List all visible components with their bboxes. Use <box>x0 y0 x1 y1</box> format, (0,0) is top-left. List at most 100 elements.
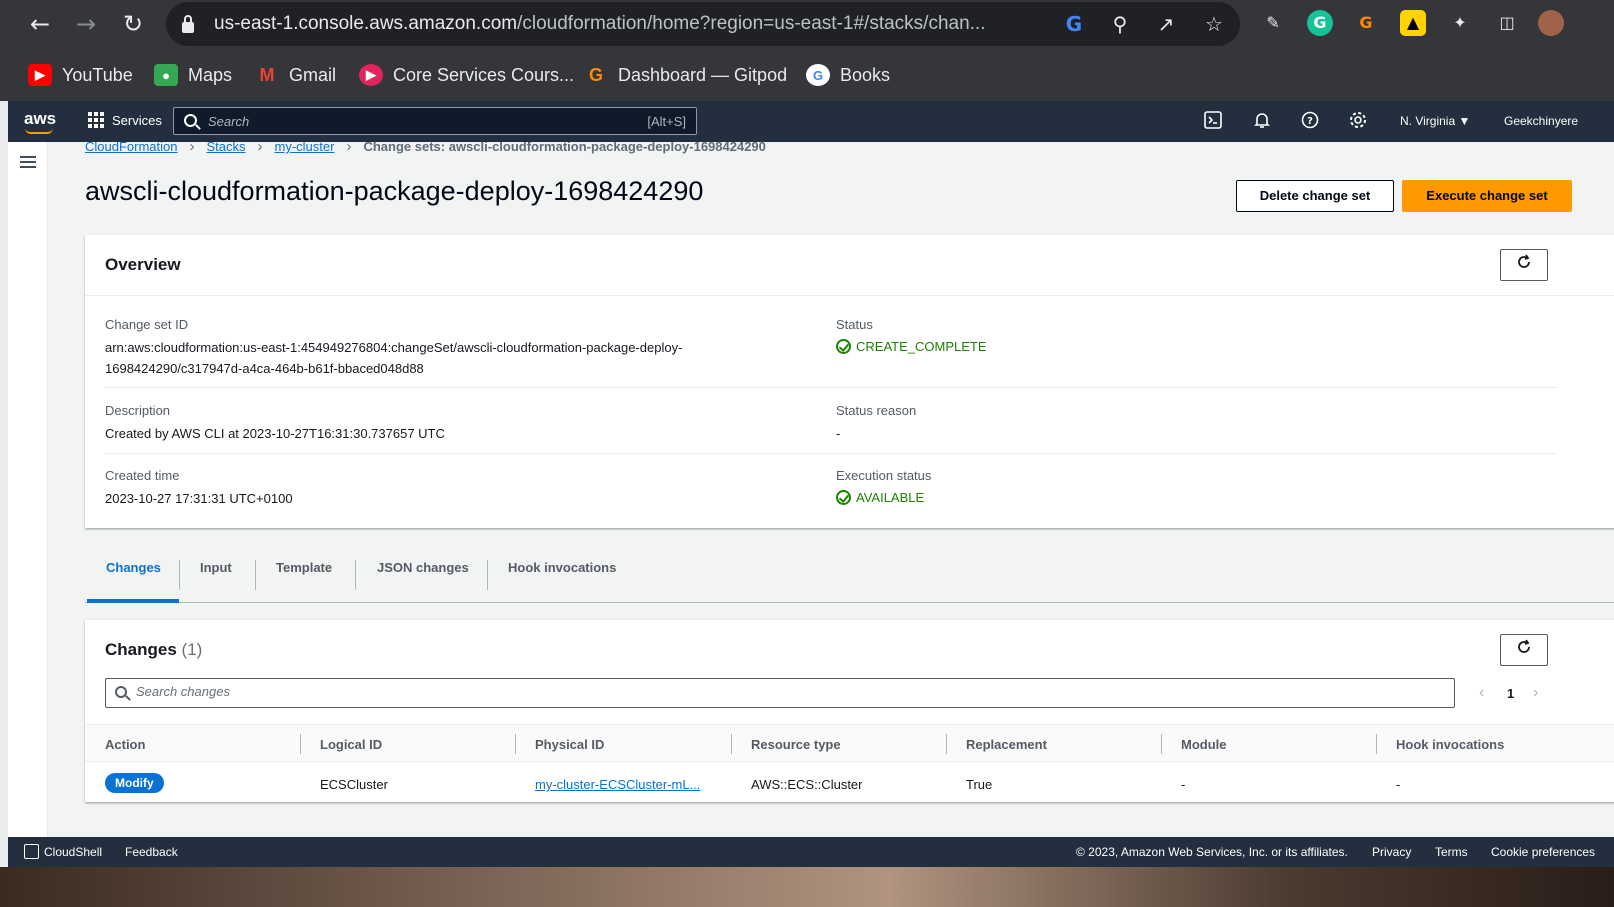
check-circle-icon <box>836 339 851 354</box>
bookmark-gitpod[interactable]: G Dashboard — Gitpod <box>584 62 787 88</box>
changes-count: (1) <box>181 640 203 659</box>
extensions-icon[interactable]: ✦ <box>1447 10 1473 36</box>
profile-avatar[interactable] <box>1538 10 1564 36</box>
column-header-resource-type[interactable]: Resource type <box>751 737 841 752</box>
replacement-cell: True <box>966 777 993 792</box>
google-lens-icon[interactable]: G <box>1060 10 1088 38</box>
help-icon[interactable]: ? <box>1299 111 1321 133</box>
forward-icon[interactable]: → <box>70 8 102 40</box>
notifications-bell-icon[interactable] <box>1251 111 1273 133</box>
cloudshell-icon[interactable] <box>1202 111 1224 133</box>
column-header-action[interactable]: Action <box>105 737 145 752</box>
tab-divider <box>487 560 488 590</box>
status-reason-value: - <box>836 426 841 441</box>
tab-json-changes[interactable]: JSON changes <box>377 560 469 575</box>
footer-terms[interactable]: Terms <box>1435 845 1468 859</box>
changes-panel: Changes (1) ‹ 1 › Action Logical ID Phys… <box>85 620 1614 802</box>
settings-gear-icon[interactable] <box>1347 111 1369 133</box>
column-divider[interactable] <box>946 734 947 754</box>
address-bar[interactable]: us-east-1.console.aws.amazon.com/cloudfo… <box>166 2 1240 46</box>
back-icon[interactable]: ← <box>24 8 56 40</box>
column-header-module[interactable]: Module <box>1181 737 1227 752</box>
aws-search-input[interactable]: Search [Alt+S] <box>173 107 697 135</box>
bookmark-gmail[interactable]: M Gmail <box>255 62 337 88</box>
breadcrumb-cloudformation[interactable]: CloudFormation <box>85 142 178 154</box>
description-label: Description <box>105 403 171 418</box>
changes-title: Changes (1) <box>105 640 202 660</box>
side-panel-icon[interactable]: ◫ <box>1494 10 1520 36</box>
desktop-wallpaper <box>0 867 1614 907</box>
breadcrumb-my-cluster[interactable]: my-cluster <box>275 142 335 154</box>
chevron-right-icon: › <box>257 142 263 155</box>
execution-status-label: Execution status <box>836 468 932 483</box>
column-divider[interactable] <box>1161 734 1162 754</box>
bookmark-core-services[interactable]: ▶ Core Services Cours... <box>359 62 574 88</box>
aws-logo[interactable]: aws <box>24 109 56 129</box>
footer-cloudshell[interactable]: CloudShell <box>44 845 102 859</box>
share-icon[interactable]: ↗ <box>1152 10 1180 38</box>
services-label: Services <box>112 112 162 128</box>
column-divider[interactable] <box>731 734 732 754</box>
page-number[interactable]: 1 <box>1507 686 1514 701</box>
bookmark-youtube[interactable]: ▶ YouTube <box>28 62 133 88</box>
logical-id-cell: ECSCluster <box>320 777 388 792</box>
tab-divider <box>355 560 356 590</box>
reload-icon[interactable]: ↻ <box>117 8 149 40</box>
next-page-icon[interactable]: › <box>1533 684 1538 702</box>
zoom-icon[interactable]: ⚲ <box>1106 10 1134 38</box>
execution-status-value: AVAILABLE <box>836 490 924 505</box>
tab-template[interactable]: Template <box>276 560 332 575</box>
services-menu-button[interactable]: Services <box>88 112 162 128</box>
grammarly-icon[interactable]: G <box>1307 10 1333 36</box>
browser-toolbar: ← → ↻ us-east-1.console.aws.amazon.com/c… <box>0 0 1614 101</box>
physical-id-cell: my-cluster-ECSCluster-mL... <box>535 777 700 792</box>
column-header-physical-id[interactable]: Physical ID <box>535 737 604 752</box>
status-text: CREATE_COMPLETE <box>856 339 987 354</box>
active-tab-indicator <box>87 599 179 603</box>
bookmark-books[interactable]: G Books <box>806 62 890 88</box>
prev-page-icon[interactable]: ‹ <box>1479 684 1484 702</box>
refresh-button[interactable] <box>1500 249 1548 281</box>
check-circle-icon <box>836 490 851 505</box>
breadcrumb-stacks[interactable]: Stacks <box>207 142 246 154</box>
physical-id-link[interactable]: my-cluster-ECSCluster-mL... <box>535 777 700 792</box>
footer-privacy[interactable]: Privacy <box>1372 845 1411 859</box>
bookmark-star-icon[interactable]: ☆ <box>1200 10 1228 38</box>
footer-copyright: © 2023, Amazon Web Services, Inc. or its… <box>1076 845 1348 859</box>
execution-status-text: AVAILABLE <box>856 490 925 505</box>
overview-panel: Overview Change set ID arn:aws:cloudform… <box>85 235 1614 528</box>
column-divider[interactable] <box>1376 734 1377 754</box>
lock-icon <box>182 15 194 33</box>
column-divider[interactable] <box>515 734 516 754</box>
execute-change-set-button[interactable]: Execute change set <box>1402 180 1572 212</box>
footer-cookie-preferences[interactable]: Cookie preferences <box>1491 845 1595 859</box>
desktop-edge <box>0 101 8 881</box>
bookmarks-bar: ▶ YouTube ● Maps M Gmail ▶ Core Services Cou… <box>0 52 1614 98</box>
tab-changes[interactable]: Changes <box>106 560 161 575</box>
search-changes-field[interactable] <box>105 678 1455 708</box>
footer-feedback[interactable]: Feedback <box>125 845 178 859</box>
menu-icon[interactable] <box>20 156 36 168</box>
column-header-logical-id[interactable]: Logical ID <box>320 737 382 752</box>
bookmark-maps[interactable]: ● Maps <box>154 62 232 88</box>
google-icon: G <box>806 64 830 86</box>
refresh-button[interactable] <box>1500 634 1548 666</box>
gitpod-ext-icon[interactable]: G <box>1353 10 1379 36</box>
region-selector[interactable]: N. Virginia ▼ <box>1400 114 1470 128</box>
column-header-hook-invocations[interactable]: Hook invocations <box>1396 737 1504 752</box>
delete-change-set-button[interactable]: Delete change set <box>1236 180 1394 212</box>
user-menu[interactable]: Geekchinyere <box>1504 114 1578 128</box>
tab-input[interactable]: Input <box>200 560 232 575</box>
console-footer: CloudShell Feedback © 2023, Amazon Web S… <box>8 837 1614 867</box>
change-set-id-line1: arn:aws:cloudformation:us-east-1:4549492… <box>105 340 683 355</box>
warning-ext-icon[interactable]: ▲ <box>1400 10 1426 36</box>
search-icon <box>184 114 197 127</box>
tab-hook-invocations[interactable]: Hook invocations <box>508 560 616 575</box>
column-header-replacement[interactable]: Replacement <box>966 737 1047 752</box>
search-changes-input[interactable] <box>136 684 1436 699</box>
eyedropper-icon[interactable]: ✎ <box>1260 10 1286 36</box>
divider <box>105 387 1557 388</box>
tabs-bar: Changes Input Template JSON changes Hook… <box>85 535 1614 603</box>
column-divider[interactable] <box>300 734 301 754</box>
created-time-label: Created time <box>105 468 180 483</box>
